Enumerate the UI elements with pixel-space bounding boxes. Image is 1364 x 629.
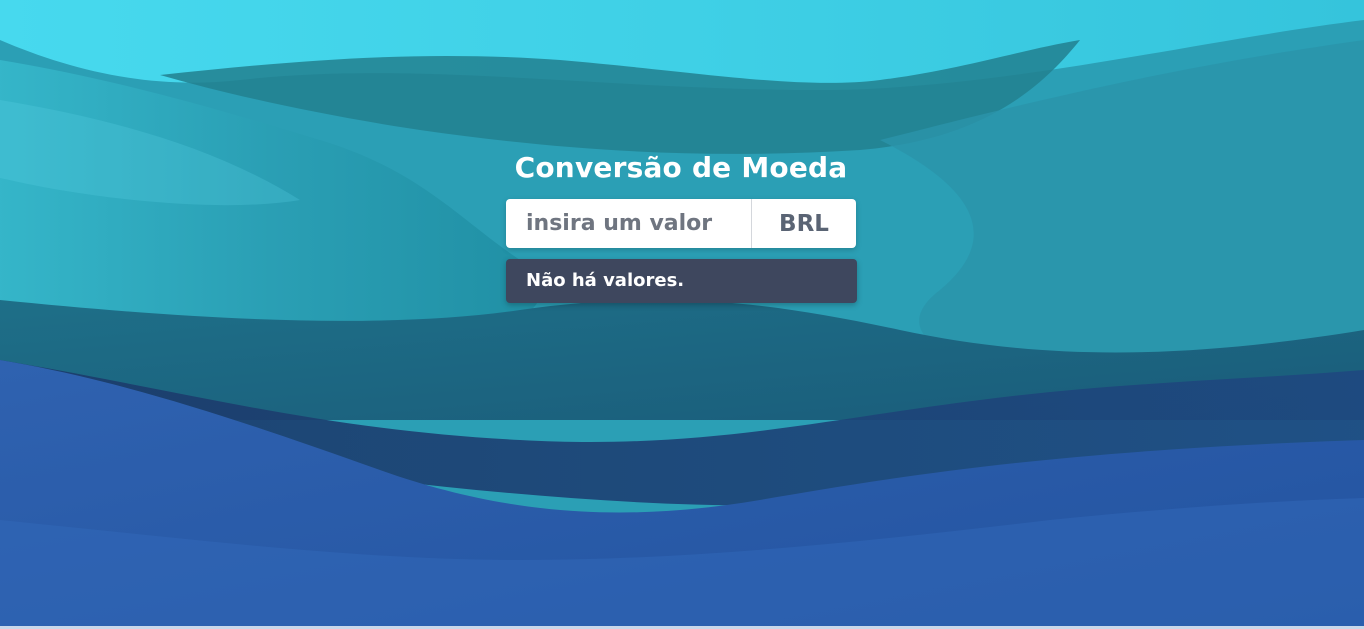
result-message: Não há valores. bbox=[506, 259, 857, 303]
converter-panel: Conversão de Moeda BRL Não há valores. bbox=[506, 146, 857, 303]
amount-input[interactable] bbox=[506, 199, 751, 248]
amount-input-group: BRL bbox=[506, 199, 856, 248]
currency-selector[interactable]: BRL bbox=[751, 199, 856, 248]
page-title: Conversão de Moeda bbox=[514, 151, 848, 184]
wave-background bbox=[0, 0, 1364, 629]
